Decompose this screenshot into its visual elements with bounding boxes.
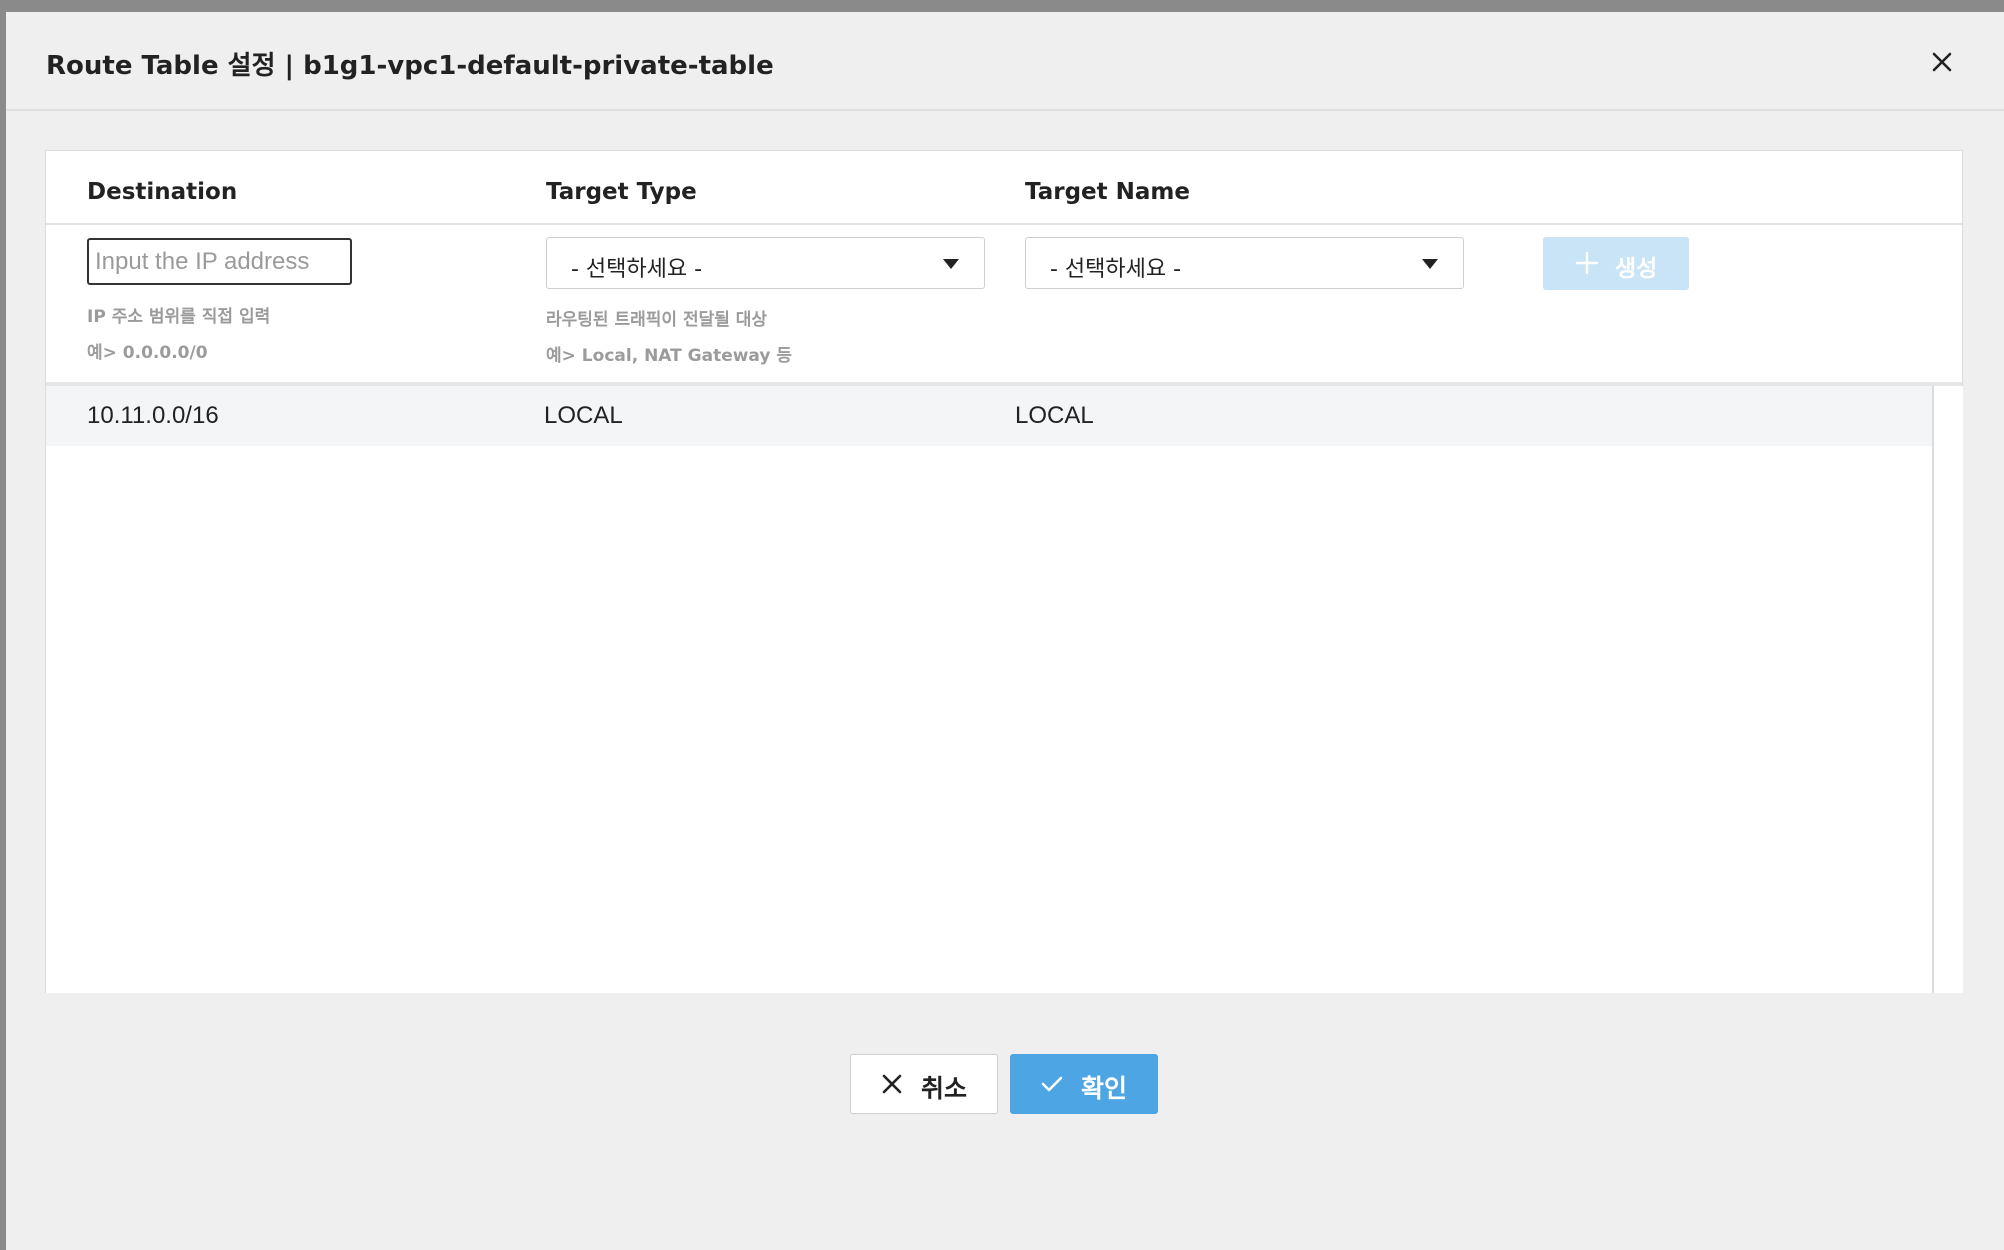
close-button[interactable] [1922, 42, 1962, 82]
target-type-selected: - 선택하세요 - [571, 257, 703, 282]
close-icon [882, 1074, 902, 1094]
destination-ip-input[interactable] [87, 238, 352, 285]
target-type-header: Target Type [546, 179, 697, 205]
cancel-button[interactable]: 취소 [850, 1054, 998, 1114]
modal-title: Route Table 설정 | b1g1-vpc1-default-priva… [46, 51, 774, 81]
destination-header: Destination [87, 179, 238, 205]
route-list: 10.11.0.0/16 LOCAL LOCAL [46, 386, 1932, 993]
close-icon [1932, 52, 1952, 72]
confirm-button[interactable]: 확인 [1010, 1054, 1158, 1114]
target-name-selected: - 선택하세요 - [1050, 257, 1182, 282]
check-icon [1041, 1076, 1063, 1092]
route-table-panel: Destination Target Type Target Name IP 주… [45, 150, 1963, 993]
target-name-header: Target Name [1025, 179, 1190, 205]
route-target-type: LOCAL [544, 402, 623, 429]
table-row[interactable]: 10.11.0.0/16 LOCAL LOCAL [46, 386, 1932, 446]
route-destination: 10.11.0.0/16 [87, 402, 219, 429]
route-target-name: LOCAL [1015, 402, 1094, 429]
caret-down-icon [1422, 259, 1438, 269]
target-type-example: 예> Local, NAT Gateway 등 [546, 346, 793, 366]
target-type-select[interactable]: - 선택하세요 - [546, 237, 985, 289]
list-scrollbar[interactable] [1932, 386, 1963, 993]
destination-hint: IP 주소 범위를 직접 입력 [87, 307, 271, 327]
caret-down-icon [943, 259, 959, 269]
confirm-button-label: 확인 [1081, 1074, 1128, 1103]
route-table-modal: Route Table 설정 | b1g1-vpc1-default-priva… [6, 12, 2004, 1250]
header-divider [46, 223, 1962, 225]
target-name-select[interactable]: - 선택하세요 - [1025, 237, 1464, 289]
destination-example: 예> 0.0.0.0/0 [87, 343, 208, 363]
cancel-button-label: 취소 [921, 1074, 968, 1103]
target-type-hint: 라우팅된 트래픽이 전달될 대상 [546, 310, 768, 330]
create-button-label: 생성 [1615, 256, 1658, 282]
modal-header: Route Table 설정 | b1g1-vpc1-default-priva… [6, 12, 2004, 111]
create-route-button[interactable]: 생성 [1543, 237, 1689, 290]
plus-icon [1575, 251, 1599, 275]
